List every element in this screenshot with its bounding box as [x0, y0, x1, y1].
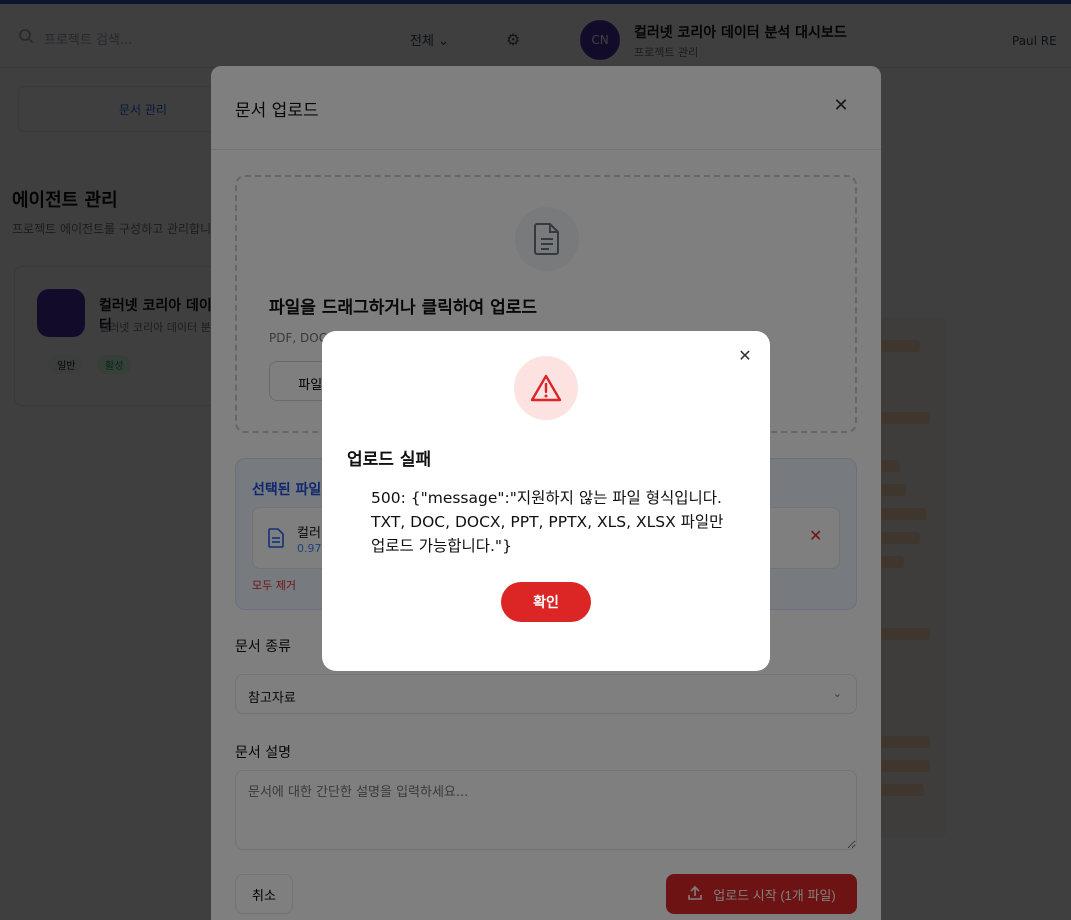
close-icon[interactable]: ✕ — [736, 347, 754, 365]
alert-title: 업로드 실패 — [347, 450, 432, 470]
upload-error-dialog: ✕ 업로드 실패 500: {"message":"지원하지 않는 파일 형식입… — [322, 331, 770, 671]
warning-icon — [514, 356, 578, 420]
confirm-button[interactable]: 확인 — [501, 582, 591, 622]
alert-message: 500: {"message":"지원하지 않는 파일 형식입니다. TXT, … — [371, 489, 724, 555]
